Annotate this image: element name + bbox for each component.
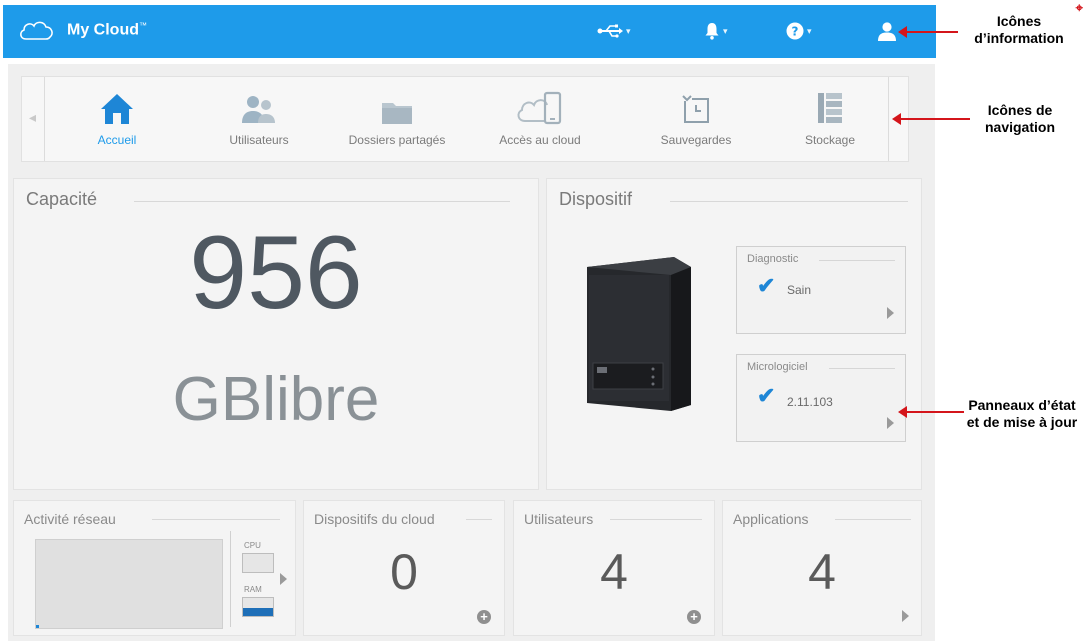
help-icon: ? xyxy=(786,22,804,40)
nav-item-storage[interactable]: Stockage xyxy=(792,89,868,147)
add-icon[interactable]: + xyxy=(477,610,491,624)
chevron-right-icon[interactable] xyxy=(902,610,909,622)
annotation-arrow xyxy=(892,113,970,125)
capacity-value: 956 xyxy=(189,215,363,331)
help-menu[interactable]: ? ▾ xyxy=(786,19,812,43)
capacity-card: Capacité 956 GBlibre xyxy=(13,178,539,490)
nas-device-image xyxy=(587,257,691,411)
diagnostic-title: Diagnostic xyxy=(747,253,799,265)
cloud-device-icon xyxy=(517,91,562,125)
brand-name: My Cloud™ xyxy=(67,20,147,39)
ram-label: RAM xyxy=(244,585,262,594)
device-card: Dispositif Diagnostic ✔ Sain Micrologici… xyxy=(546,178,922,490)
top-bar: My Cloud™ ▾ ▾ ? ▾ xyxy=(3,5,936,58)
svg-text:?: ? xyxy=(792,25,799,39)
nav-item-users[interactable]: Utilisateurs xyxy=(214,89,304,147)
cloud-devices-count: 0 xyxy=(390,544,418,600)
folder-icon xyxy=(382,103,412,124)
users-card: Utilisateurs 4 + xyxy=(513,500,715,636)
annotation-arrow xyxy=(898,26,958,38)
ram-meter xyxy=(242,597,274,617)
check-icon: ✔ xyxy=(757,273,776,298)
diagnostic-value: Sain xyxy=(787,283,812,297)
apps-title: Applications xyxy=(733,511,809,527)
storage-icon xyxy=(818,93,842,123)
nav-bar: ◂ Accueil Utilisateurs Dossiers partagés… xyxy=(21,76,909,162)
network-activity-card: Activité réseau CPU RAM xyxy=(13,500,296,636)
add-icon[interactable]: + xyxy=(687,610,701,624)
chevron-down-icon: ▾ xyxy=(807,25,812,36)
annotation-status-panels: Panneaux d’état et de mise à jour xyxy=(966,397,1078,430)
user-menu[interactable] xyxy=(877,19,897,43)
chevron-down-icon: ▾ xyxy=(723,25,728,36)
apps-count: 4 xyxy=(808,544,836,600)
cloud-devices-title: Dispositifs du cloud xyxy=(314,511,435,527)
capacity-unit: GBlibre xyxy=(172,365,380,434)
check-icon: ✔ xyxy=(757,383,776,408)
ram-meter-fill xyxy=(243,607,273,616)
firmware-version: 2.11.103 xyxy=(787,395,833,409)
backup-icon xyxy=(682,95,709,123)
cpu-label: CPU xyxy=(244,541,261,550)
capacity-title: Capacité xyxy=(26,189,98,209)
nav-item-backups[interactable]: Sauvegardes xyxy=(646,89,746,147)
nav-item-shares[interactable]: Dossiers partagés xyxy=(332,89,462,147)
nav-scroll-left-icon[interactable]: ◂ xyxy=(29,109,36,126)
cloud-logo-icon xyxy=(20,21,53,40)
users-title: Utilisateurs xyxy=(524,511,594,527)
cloud-devices-card: Dispositifs du cloud 0 + xyxy=(303,500,505,636)
chevron-right-icon[interactable] xyxy=(887,307,894,319)
dashboard: ◂ Accueil Utilisateurs Dossiers partagés… xyxy=(8,64,935,641)
bell-icon xyxy=(705,23,719,40)
annotation-nav-icons: Icônes de navigation xyxy=(984,102,1055,135)
notifications-menu[interactable]: ▾ xyxy=(704,19,728,43)
users-icon xyxy=(242,96,275,123)
home-icon xyxy=(101,94,133,124)
diagnostic-panel[interactable]: Diagnostic ✔ Sain xyxy=(736,246,906,334)
usb-icon xyxy=(597,24,623,38)
usb-menu[interactable]: ▾ xyxy=(597,19,631,43)
cpu-meter xyxy=(242,553,274,573)
users-count: 4 xyxy=(600,544,628,600)
apps-card: Applications 4 xyxy=(722,500,922,636)
network-title: Activité réseau xyxy=(24,511,116,527)
nav-item-home[interactable]: Accueil xyxy=(82,89,152,147)
network-graph xyxy=(35,539,223,629)
annotation-info-icons: Icônes d’information xyxy=(974,13,1064,46)
annotation-arrow xyxy=(898,406,964,418)
chevron-right-icon[interactable] xyxy=(887,417,894,429)
firmware-title: Micrologiciel xyxy=(747,361,808,373)
chevron-right-icon[interactable] xyxy=(280,573,287,585)
brand[interactable]: My Cloud™ xyxy=(17,19,147,41)
nav-item-cloud-access[interactable]: Accès au cloud xyxy=(485,89,595,147)
chevron-down-icon: ▾ xyxy=(626,25,631,36)
firmware-panel[interactable]: Micrologiciel ✔ 2.11.103 xyxy=(736,354,906,442)
device-title: Dispositif xyxy=(559,189,633,209)
user-icon xyxy=(878,22,896,41)
